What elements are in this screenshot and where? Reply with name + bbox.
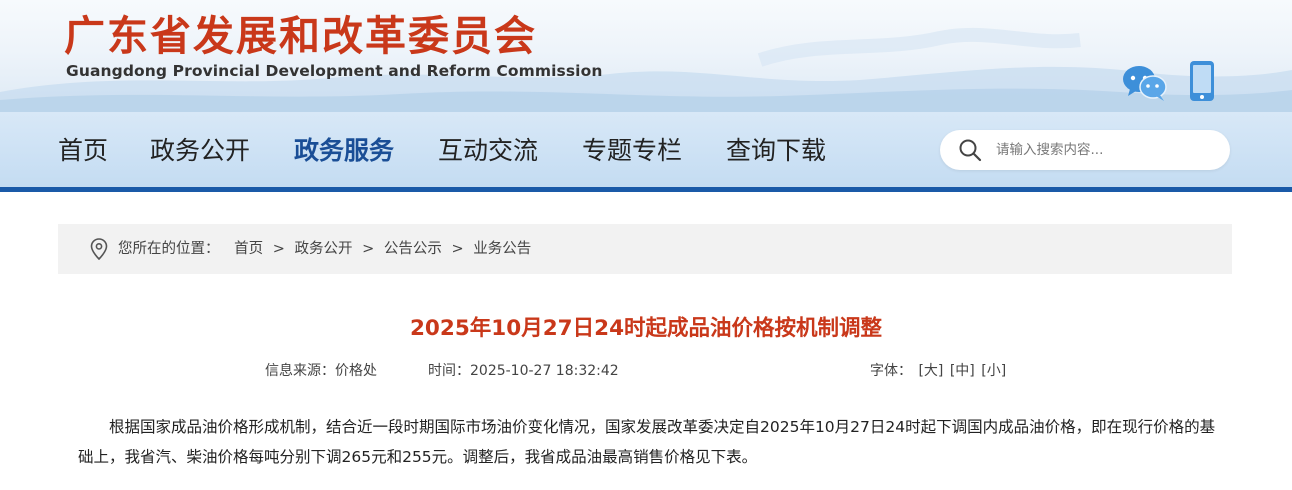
site-subtitle: Guangdong Provincial Development and Ref… <box>66 62 603 80</box>
site-banner: 广东省发展和改革委员会 Guangdong Provincial Develop… <box>0 0 1292 112</box>
article-time: 时间：2025-10-27 18:32:42 <box>428 362 619 380</box>
search-input[interactable] <box>996 138 1216 162</box>
breadcrumb-home[interactable]: 首页 <box>234 240 263 258</box>
font-size-switcher: 字体： [大] [中] [小] <box>870 362 1006 380</box>
font-size-large-button[interactable]: [大] <box>918 363 943 379</box>
search-box <box>940 130 1230 170</box>
breadcrumb-separator: > <box>272 241 285 257</box>
article-source: 信息来源：价格处 <box>265 362 377 380</box>
article-paragraph: 根据国家成品油价格形成机制，结合近一段时期国际市场油价变化情况，国家发展改革委决… <box>78 418 1216 466</box>
breadcrumb-separator: > <box>362 241 375 257</box>
article-title: 2025年10月27日24时起成品油价格按机制调整 <box>409 316 883 341</box>
breadcrumb-business-announcements[interactable]: 业务公告 <box>473 240 531 258</box>
time-value: 2025-10-27 18:32:42 <box>470 363 619 379</box>
nav-item-interaction[interactable]: 互动交流 <box>438 134 538 168</box>
site-title: 广东省发展和改革委员会 <box>64 12 537 60</box>
font-size-label: 字体： <box>870 363 912 379</box>
breadcrumb-government-affairs[interactable]: 政务公开 <box>294 240 352 258</box>
font-size-medium-button[interactable]: [中] <box>950 363 975 379</box>
breadcrumb-prefix: 您所在的位置： <box>118 241 220 257</box>
main-nav: 首页 政务公开 政务服务 互动交流 专题专栏 查询下载 <box>0 112 1292 192</box>
nav-item-home[interactable]: 首页 <box>58 134 108 168</box>
breadcrumb: 您所在的位置： 首页 > 政务公开 > 公告公示 > 业务公告 <box>58 224 1232 274</box>
nav-item-government-affairs[interactable]: 政务公开 <box>150 134 250 168</box>
breadcrumb-separator: > <box>451 241 464 257</box>
breadcrumb-announcements[interactable]: 公告公示 <box>384 240 442 258</box>
wechat-icon[interactable] <box>1122 64 1168 102</box>
search-icon[interactable] <box>958 138 982 162</box>
font-size-small-button[interactable]: [小] <box>981 363 1006 379</box>
location-pin-icon <box>90 238 108 260</box>
nav-item-government-services[interactable]: 政务服务 <box>294 134 394 168</box>
mobile-icon[interactable] <box>1189 60 1215 102</box>
nav-item-special-topics[interactable]: 专题专栏 <box>582 134 682 168</box>
source-value: 价格处 <box>335 363 377 379</box>
source-label: 信息来源： <box>265 363 335 379</box>
time-label: 时间： <box>428 363 470 379</box>
breadcrumb-trail: 您所在的位置： 首页 > 政务公开 > 公告公示 > 业务公告 <box>118 240 531 258</box>
nav-item-query-download[interactable]: 查询下载 <box>726 134 826 168</box>
